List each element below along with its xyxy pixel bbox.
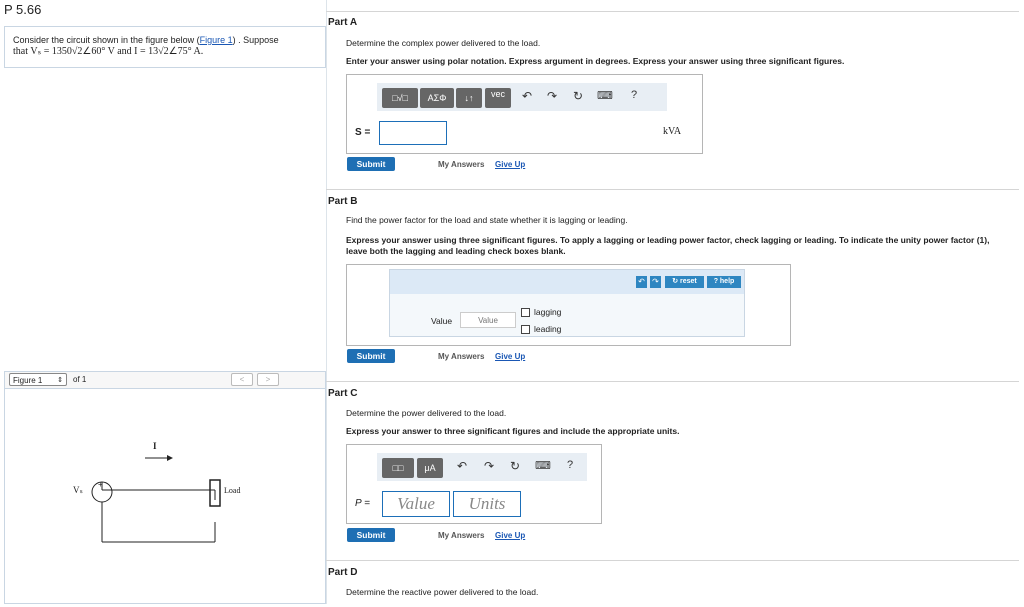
part-c-give-up-link[interactable]: Give Up bbox=[495, 531, 525, 540]
part-d-prompt: Determine the reactive power delivered t… bbox=[346, 587, 539, 597]
part-a-answer-box: □√□ AΣΦ ↓↑ vec ↶ ↷ ↻ ⌨ ? S = kVA bbox=[346, 74, 703, 154]
part-a-title: Part A bbox=[328, 17, 358, 28]
part-c-submit-button[interactable]: Submit bbox=[347, 528, 395, 542]
next-figure-button[interactable]: > bbox=[257, 373, 279, 386]
figure-select[interactable]: Figure 1 ⇕ bbox=[9, 373, 67, 386]
part-c-undo-icon[interactable]: ↶ bbox=[457, 459, 467, 473]
part-c-answer-box: □□ μA ↶ ↷ ↻ ⌨ ? P = Value Units bbox=[346, 444, 602, 524]
part-b-redo-button[interactable]: ↷ bbox=[650, 276, 661, 288]
part-b-value-label: Value bbox=[431, 316, 453, 326]
part-b-my-answers-link[interactable]: My Answers bbox=[438, 352, 484, 361]
part-a-prompt: Determine the complex power delivered to… bbox=[346, 38, 541, 48]
part-b-toolbar: ↶ ↷ ↻ reset ? help bbox=[390, 270, 744, 294]
question-box: Consider the circuit shown in the figure… bbox=[4, 26, 326, 68]
leading-label: leading bbox=[534, 324, 562, 334]
redo-icon[interactable]: ↷ bbox=[547, 89, 557, 103]
circuit-diagram bbox=[91, 455, 221, 543]
question-text: Consider the circuit shown in the figure… bbox=[13, 35, 200, 45]
part-a-my-answers-link[interactable]: My Answers bbox=[438, 160, 484, 169]
undo-icon[interactable]: ↶ bbox=[522, 89, 532, 103]
part-a-answer-input[interactable] bbox=[379, 121, 447, 145]
part-a-separator bbox=[326, 11, 1019, 12]
lagging-label: lagging bbox=[534, 307, 562, 317]
help-icon[interactable]: ? bbox=[631, 89, 637, 101]
select-arrows-icon: ⇕ bbox=[57, 377, 63, 384]
part-b-separator bbox=[326, 189, 1019, 190]
figure-link[interactable]: Figure 1 bbox=[200, 35, 233, 45]
part-b-value-input[interactable] bbox=[460, 312, 516, 328]
figure-count: of 1 bbox=[73, 375, 87, 384]
part-a-submit-button[interactable]: Submit bbox=[347, 157, 395, 171]
part-c-my-answers-link[interactable]: My Answers bbox=[438, 531, 484, 540]
part-a-unit: kVA bbox=[663, 126, 682, 137]
part-c-units-input[interactable]: Units bbox=[453, 491, 521, 517]
part-b-undo-button[interactable]: ↶ bbox=[636, 276, 647, 288]
part-a-toolbar: □√□ AΣΦ ↓↑ vec ↶ ↷ ↻ ⌨ ? bbox=[377, 83, 667, 111]
arrows-tool-button[interactable]: ↓↑ bbox=[456, 88, 482, 108]
question-line-1: Consider the circuit shown in the figure… bbox=[13, 35, 317, 46]
part-a-instruction: Enter your answer using polar notation. … bbox=[346, 56, 845, 66]
load-label: Load bbox=[224, 486, 241, 495]
leading-checkbox[interactable] bbox=[521, 325, 530, 334]
part-c-prompt: Determine the power delivered to the loa… bbox=[346, 408, 507, 418]
part-b-reset-button[interactable]: ↻ reset bbox=[665, 276, 704, 288]
part-b-answer-box: ↶ ↷ ↻ reset ? help Value lagging leading bbox=[346, 264, 791, 346]
current-arrowhead-icon bbox=[167, 455, 173, 461]
keyboard-icon[interactable]: ⌨ bbox=[597, 89, 613, 102]
figure-select-value: Figure 1 bbox=[13, 376, 43, 385]
problem-title: P 5.66 bbox=[4, 2, 42, 17]
reset-icon[interactable]: ↻ bbox=[573, 89, 583, 103]
part-c-title: Part C bbox=[328, 388, 358, 399]
part-b-instruction: Express your answer using three signific… bbox=[346, 235, 990, 256]
figure-panel: I Vₛ + Load bbox=[4, 389, 326, 604]
part-d-separator bbox=[326, 560, 1019, 561]
part-c-keyboard-icon[interactable]: ⌨ bbox=[535, 459, 551, 472]
part-c-template-button[interactable]: □□ bbox=[382, 458, 414, 478]
part-b-title: Part B bbox=[328, 196, 358, 207]
lagging-checkbox[interactable] bbox=[521, 308, 530, 317]
vector-tool-button[interactable]: vec bbox=[485, 88, 511, 108]
previous-figure-button[interactable]: < bbox=[231, 373, 253, 386]
part-c-separator bbox=[326, 381, 1019, 382]
source-label: Vₛ bbox=[73, 485, 83, 495]
part-c-help-icon[interactable]: ? bbox=[567, 459, 573, 471]
part-b-prompt: Find the power factor for the load and s… bbox=[346, 215, 628, 225]
part-c-variable-label: P = bbox=[355, 498, 370, 509]
current-label: I bbox=[153, 441, 157, 451]
part-d-title: Part D bbox=[328, 567, 358, 578]
figure-navigation-bar: Figure 1 ⇕ of 1 < > bbox=[4, 371, 326, 389]
part-b-help-button[interactable]: ? help bbox=[707, 276, 741, 288]
part-c-reset-icon[interactable]: ↻ bbox=[510, 459, 520, 473]
part-c-value-input[interactable]: Value bbox=[382, 491, 450, 517]
source-polarity: + bbox=[98, 480, 103, 489]
part-b-submit-button[interactable]: Submit bbox=[347, 349, 395, 363]
column-divider bbox=[326, 0, 327, 604]
template-tool-button[interactable]: □√□ bbox=[382, 88, 418, 108]
greek-symbols-button[interactable]: AΣΦ bbox=[420, 88, 454, 108]
part-c-redo-icon[interactable]: ↷ bbox=[484, 459, 494, 473]
part-a-variable-label: S = bbox=[355, 127, 371, 138]
part-a-give-up-link[interactable]: Give Up bbox=[495, 160, 525, 169]
part-b-editor: ↶ ↷ ↻ reset ? help Value lagging leading bbox=[389, 269, 745, 337]
question-text-post: ) . Suppose bbox=[232, 35, 279, 45]
part-c-instruction: Express your answer to three significant… bbox=[346, 426, 680, 436]
part-c-units-button[interactable]: μA bbox=[417, 458, 443, 478]
part-c-toolbar: □□ μA ↶ ↷ ↻ ⌨ ? bbox=[377, 453, 587, 481]
question-givens: that Vₛ = 1350√2∠60° V and I = 13√2∠75° … bbox=[13, 46, 204, 57]
part-b-give-up-link[interactable]: Give Up bbox=[495, 352, 525, 361]
